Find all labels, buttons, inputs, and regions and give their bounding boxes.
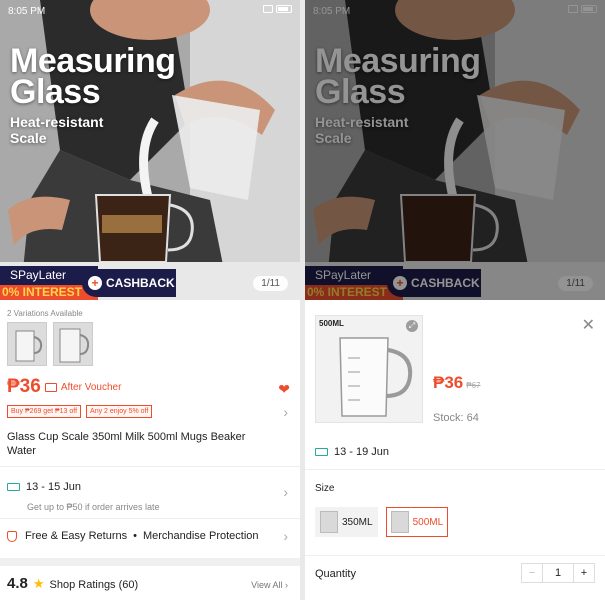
- shipping-row[interactable]: 13 - 15 Jun Get up to ₱50 if order arriv…: [7, 478, 160, 512]
- divider: [305, 469, 605, 470]
- expand-icon[interactable]: ⤢: [406, 320, 418, 332]
- hero-title-line: Glass: [10, 73, 101, 111]
- variation-thumb[interactable]: [53, 322, 93, 366]
- hero-subtitle: Heat-resistant Scale: [10, 114, 103, 146]
- sheet-price: ₱36 ₱67: [433, 373, 480, 393]
- divider: [0, 518, 300, 519]
- voucher-chip[interactable]: Buy ₱269 get ₱13 off: [7, 405, 82, 418]
- voucher-icon: [44, 382, 57, 392]
- variations-note: 2 Variations Available: [7, 309, 83, 318]
- section-gap: [0, 558, 300, 566]
- returns-row[interactable]: Free & Easy Returns • Merchandise Protec…: [7, 530, 259, 542]
- size-option-label: 350ML: [342, 516, 373, 528]
- hero-title: Measuring Glass: [10, 44, 176, 111]
- shop-ratings: 4.8 ★ Shop Ratings (60): [7, 575, 138, 592]
- price-note: After Voucher: [60, 381, 122, 393]
- variation-thumbnails: [7, 322, 93, 366]
- protection-label: Merchandise Protection: [142, 530, 259, 542]
- voucher-chip[interactable]: Any 2 enjoy 5% off: [86, 405, 153, 418]
- size-heading: Size: [315, 483, 335, 494]
- stock-count: Stock: 64: [433, 412, 479, 424]
- status-time: 8:05 PM: [8, 6, 46, 17]
- price: ₱36: [7, 376, 41, 397]
- status-icons: [263, 5, 292, 13]
- shipping-note: Get up to ₱50 if order arrives late: [27, 502, 160, 512]
- image-counter: 1/11: [253, 276, 288, 291]
- battery-icon: [276, 5, 292, 13]
- signal-icon: [263, 5, 273, 13]
- hero-subtitle-line: Heat-resistant: [10, 114, 104, 130]
- quantity-stepper[interactable]: − 1 +: [521, 563, 595, 583]
- variation-selector-page: 8:05 PM Measuring Glass Heat-resistant S…: [305, 0, 605, 600]
- divider: [0, 466, 300, 467]
- minus-button[interactable]: −: [521, 563, 543, 583]
- variation-thumb[interactable]: [7, 322, 47, 366]
- quantity-value[interactable]: 1: [543, 563, 573, 583]
- size-option-500ml[interactable]: 500ML: [385, 507, 449, 537]
- dim-overlay[interactable]: [305, 0, 605, 300]
- glass-icon: [15, 330, 43, 362]
- product-image-carousel[interactable]: 8:05 PM Measuring Glass Heat-resistant S…: [0, 0, 300, 300]
- shipping-dates: 13 - 19 Jun: [334, 446, 390, 458]
- product-image-carousel: 8:05 PM Measuring Glass Heat-resistant S…: [305, 0, 605, 300]
- thumb-label: 500ML: [319, 319, 344, 328]
- view-all-link[interactable]: View All ›: [251, 580, 288, 590]
- ratings-label: Shop Ratings (60): [49, 579, 139, 591]
- star-icon: ★: [32, 576, 45, 591]
- shipping-dates: 13 - 15 Jun: [26, 480, 82, 493]
- glass-icon: [59, 328, 90, 363]
- price: ₱36: [433, 373, 464, 392]
- quantity-row: Quantity − 1 +: [305, 563, 605, 600]
- separator-dot: •: [133, 530, 137, 542]
- shield-icon: [7, 530, 17, 542]
- glass-icon: [390, 511, 409, 533]
- plus-button[interactable]: +: [573, 563, 595, 583]
- glass-icon: [320, 511, 338, 533]
- cashback-badge: + CASHBACK: [82, 269, 176, 297]
- plus-icon: +: [88, 276, 102, 290]
- old-price: ₱67: [466, 381, 481, 390]
- truck-icon: [315, 448, 328, 456]
- voucher-chips[interactable]: Buy ₱269 get ₱13 off Any 2 enjoy 5% off: [7, 405, 153, 418]
- size-option-label: 500ML: [412, 516, 444, 528]
- divider: [305, 555, 605, 556]
- quantity-label: Quantity: [315, 568, 356, 580]
- price-row: ₱36 After Voucher: [7, 376, 121, 398]
- shipping-row: 13 - 19 Jun: [315, 446, 389, 458]
- hero-subtitle-line: Scale: [10, 130, 47, 146]
- chevron-right-icon[interactable]: ›: [283, 484, 288, 500]
- size-options: 350ML 500ML: [315, 507, 449, 537]
- glass-icon: [339, 337, 413, 417]
- close-icon[interactable]: ✕: [582, 315, 595, 335]
- variation-sheet: 500ML ⤢ ₱36 ₱67 Stock: 64 ✕ 13 - 19 Jun …: [305, 305, 605, 600]
- rating-score: 4.8: [7, 575, 28, 592]
- product-page: 8:05 PM Measuring Glass Heat-resistant S…: [0, 0, 300, 600]
- truck-icon: [7, 482, 20, 491]
- heart-icon[interactable]: ❤: [278, 381, 290, 398]
- chevron-right-icon[interactable]: ›: [283, 404, 288, 420]
- promo-banner: SPayLater 0% INTEREST + CASHBACK: [0, 266, 176, 300]
- cashback-label: CASHBACK: [106, 276, 175, 290]
- product-title: Glass Cup Scale 350ml Milk 500ml Mugs Be…: [7, 431, 246, 457]
- selected-variation-image[interactable]: 500ML ⤢: [315, 315, 423, 423]
- size-option-350ml[interactable]: 350ML: [315, 507, 378, 537]
- chevron-right-icon[interactable]: ›: [283, 528, 288, 544]
- returns-label: Free & Easy Returns: [25, 530, 128, 542]
- view-all-label: View All: [251, 580, 283, 590]
